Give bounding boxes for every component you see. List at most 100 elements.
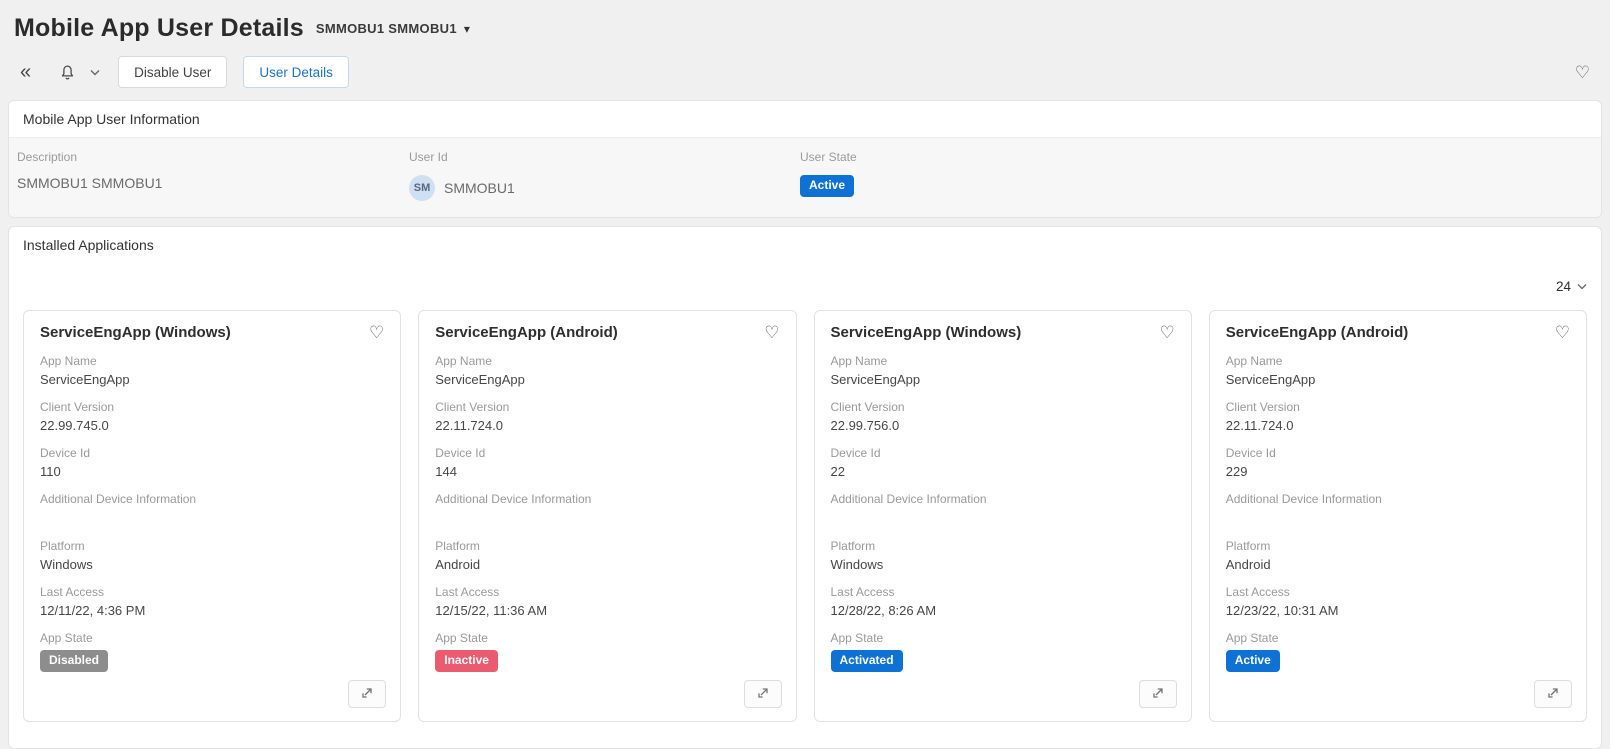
app-name-value: ServiceEngApp [435,372,779,387]
additional-info-label: Additional Device Information [1226,492,1570,506]
last-access-label: Last Access [831,585,1175,599]
app-name-label: App Name [435,354,779,368]
device-id-label: Device Id [435,446,779,460]
app-card-title: ServiceEngApp (Windows) [40,324,231,341]
user-details-button[interactable]: User Details [243,56,349,88]
device-id-label: Device Id [831,446,1175,460]
platform-value: Android [1226,557,1570,572]
last-access-value: 12/15/22, 11:36 AM [435,603,779,618]
card-count-value: 24 [1556,279,1571,294]
notifications-control [55,60,104,85]
favorite-heart-icon[interactable]: ♡ [1575,64,1590,81]
caret-down-icon: ▾ [464,22,470,36]
user-info-section: Mobile App User Information Description … [8,100,1602,218]
platform-value: Windows [831,557,1175,572]
user-state-field: User State Active [800,150,1587,201]
double-chevron-left-icon: « [20,62,31,82]
additional-info-label: Additional Device Information [40,492,384,506]
record-selector-dropdown[interactable]: SMMOBU1 SMMOBU1 ▾ [316,21,470,36]
app-card: ServiceEngApp (Android) ♡ App Name Servi… [1209,310,1587,722]
open-record-arrow-icon [1151,686,1165,703]
favorite-heart-icon[interactable]: ♡ [1555,324,1570,341]
app-state-badge: Inactive [435,650,498,672]
toolbar: « Disable User User Details ♡ [14,56,1596,100]
favorite-heart-icon[interactable]: ♡ [1160,324,1175,341]
client-version-value: 22.11.724.0 [1226,418,1570,433]
additional-info-value [1226,510,1570,526]
page-header: Mobile App User Details SMMOBU1 SMMOBU1 … [0,0,1610,100]
app-name-value: ServiceEngApp [1226,372,1570,387]
open-record-button[interactable] [1139,680,1177,708]
app-state-label: App State [831,631,1175,645]
client-version-label: Client Version [1226,400,1570,414]
open-record-arrow-icon [756,686,770,703]
description-label: Description [17,150,409,164]
bell-chevron-down-icon[interactable] [86,65,104,80]
last-access-label: Last Access [435,585,779,599]
app-state-label: App State [1226,631,1570,645]
app-card: ServiceEngApp (Windows) ♡ App Name Servi… [23,310,401,722]
record-selector-label: SMMOBU1 SMMOBU1 [316,21,457,36]
user-id-field: User Id SM SMMOBU1 [409,150,800,201]
device-id-label: Device Id [40,446,384,460]
client-version-value: 22.99.756.0 [831,418,1175,433]
client-version-value: 22.99.745.0 [40,418,384,433]
additional-info-value [831,510,1175,526]
favorite-heart-icon[interactable]: ♡ [369,324,384,341]
installed-apps-title: Installed Applications [23,237,1593,253]
app-card: ServiceEngApp (Android) ♡ App Name Servi… [418,310,796,722]
platform-value: Windows [40,557,384,572]
device-id-value: 22 [831,464,1175,479]
disable-user-button[interactable]: Disable User [118,56,227,88]
app-card-title: ServiceEngApp (Android) [435,324,618,341]
platform-label: Platform [1226,539,1570,553]
open-record-button[interactable] [348,680,386,708]
last-access-value: 12/11/22, 4:36 PM [40,603,384,618]
device-id-value: 229 [1226,464,1570,479]
device-id-value: 144 [435,464,779,479]
additional-info-label: Additional Device Information [831,492,1175,506]
additional-info-value [435,510,779,526]
app-cards-grid: ServiceEngApp (Windows) ♡ App Name Servi… [17,310,1593,722]
card-count-dropdown[interactable]: 24 [1556,279,1587,294]
platform-label: Platform [831,539,1175,553]
user-id-label: User Id [409,150,800,164]
favorite-heart-icon[interactable]: ♡ [764,324,779,341]
additional-info-value [40,510,384,526]
client-version-value: 22.11.724.0 [435,418,779,433]
user-id-value: SMMOBU1 [444,180,515,196]
bell-icon[interactable] [55,60,80,85]
app-card-title: ServiceEngApp (Android) [1226,324,1409,341]
description-value: SMMOBU1 SMMOBU1 [17,175,409,191]
open-record-button[interactable] [1534,680,1572,708]
client-version-label: Client Version [831,400,1175,414]
last-access-label: Last Access [40,585,384,599]
app-state-label: App State [435,631,779,645]
platform-label: Platform [40,539,384,553]
last-access-label: Last Access [1226,585,1570,599]
app-name-value: ServiceEngApp [40,372,384,387]
open-record-button[interactable] [744,680,782,708]
last-access-value: 12/23/22, 10:31 AM [1226,603,1570,618]
app-state-badge: Disabled [40,650,108,672]
app-state-badge: Active [1226,650,1280,672]
additional-info-label: Additional Device Information [435,492,779,506]
app-card-title: ServiceEngApp (Windows) [831,324,1022,341]
collapse-panel-button[interactable]: « [16,58,35,86]
app-state-label: App State [40,631,384,645]
app-name-label: App Name [1226,354,1570,368]
open-record-arrow-icon [1546,686,1560,703]
installed-apps-section: Installed Applications 24 ServiceEngApp … [8,226,1602,749]
device-id-label: Device Id [1226,446,1570,460]
app-card: ServiceEngApp (Windows) ♡ App Name Servi… [814,310,1192,722]
description-field: Description SMMOBU1 SMMOBU1 [17,150,409,201]
last-access-value: 12/28/22, 8:26 AM [831,603,1175,618]
avatar: SM [409,175,435,201]
app-name-label: App Name [40,354,384,368]
app-state-badge: Activated [831,650,903,672]
app-name-value: ServiceEngApp [831,372,1175,387]
device-id-value: 110 [40,464,384,479]
client-version-label: Client Version [435,400,779,414]
chevron-down-icon [1577,283,1587,290]
user-state-badge: Active [800,175,854,197]
